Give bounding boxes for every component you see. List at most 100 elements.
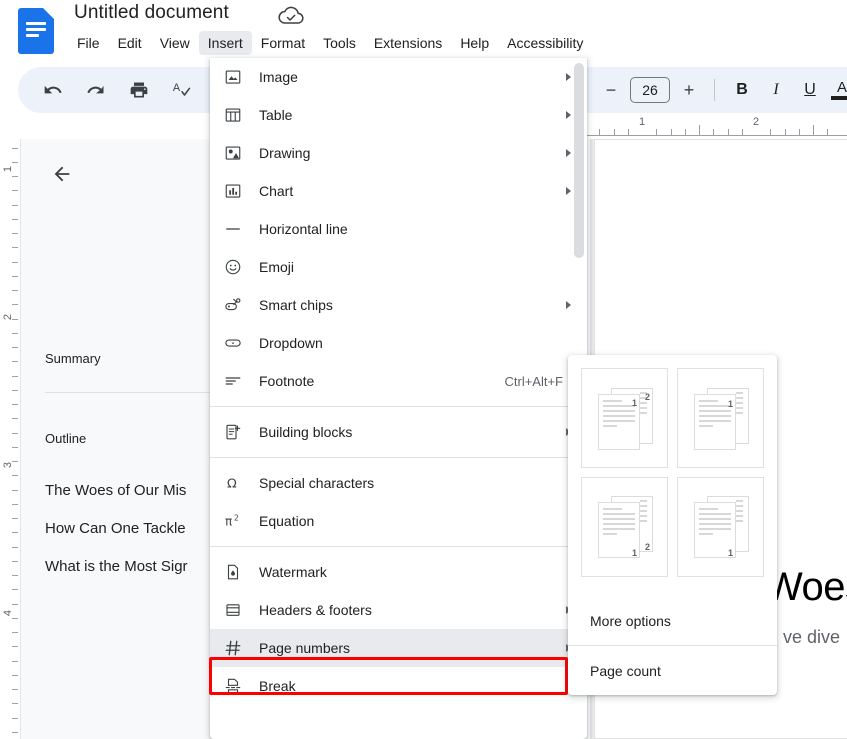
insert-menu-item-equation[interactable]: π 2 Equation xyxy=(210,502,587,540)
ruler-tick xyxy=(813,125,814,135)
ruler-tick xyxy=(741,129,743,135)
menu-item-label: Break xyxy=(259,678,296,694)
break-icon xyxy=(224,677,250,695)
ruler-tick xyxy=(12,347,18,348)
page-number-bottom-right-all-pages[interactable]: 12 xyxy=(581,477,668,577)
underline-button[interactable]: U xyxy=(797,81,823,99)
icon-text-lines xyxy=(26,22,46,40)
menu-item-label: Footnote xyxy=(259,373,315,389)
insert-menu-item-table[interactable]: Table xyxy=(210,96,587,134)
menu-item-label: Smart chips xyxy=(259,297,333,313)
cloud-saved-icon[interactable] xyxy=(278,5,304,27)
font-size-increase-button[interactable]: + xyxy=(678,81,700,99)
insert-menu-item-footnote[interactable]: Footnote Ctrl+Alt+F xyxy=(210,362,587,400)
horizontal-ruler: 12 xyxy=(580,113,847,139)
menu-separator xyxy=(210,546,587,547)
insert-menu-item-headers-footers[interactable]: Headers & footers xyxy=(210,591,587,629)
smart-chips-icon xyxy=(224,296,250,314)
menu-item-label: Horizontal line xyxy=(259,221,348,237)
page-number-top-right-skip-first[interactable]: 1 xyxy=(677,368,764,468)
insert-menu-item-chart[interactable]: Chart xyxy=(210,172,587,210)
equation-icon: π2 xyxy=(224,512,250,530)
chart-icon xyxy=(224,182,250,200)
page-number-thumbnails: 121121 xyxy=(581,368,764,577)
table-icon xyxy=(224,106,250,124)
thumb-page-number: 1 xyxy=(728,548,734,558)
svg-text:Ω: Ω xyxy=(227,477,237,492)
ruler-tick xyxy=(627,129,629,135)
ruler-tick xyxy=(12,432,18,434)
insert-menu-item-image[interactable]: Image xyxy=(210,58,587,96)
menu-accessibility[interactable]: Accessibility xyxy=(498,31,592,55)
menu-item-label: Drawing xyxy=(259,145,311,161)
ruler-tick xyxy=(12,660,18,662)
menu-tools[interactable]: Tools xyxy=(314,31,365,55)
menu-extensions[interactable]: Extensions xyxy=(365,31,451,55)
ruler-tick xyxy=(12,703,18,705)
menu-view[interactable]: View xyxy=(151,31,199,55)
ruler-baseline xyxy=(580,135,847,136)
italic-button[interactable]: I xyxy=(763,81,789,99)
ruler-tick xyxy=(12,147,18,149)
ruler-tick xyxy=(727,129,729,135)
app-header: Untitled document File Edit View Insert Form… xyxy=(0,0,847,62)
ruler-tick xyxy=(12,546,18,548)
insert-menu-item-building-blocks[interactable]: Building blocks xyxy=(210,413,587,451)
submenu-arrow-icon xyxy=(566,301,571,309)
document-heading: Woes xyxy=(765,565,847,609)
insert-menu-item-watermark[interactable]: Watermark xyxy=(210,553,587,591)
font-size-decrease-button[interactable]: − xyxy=(600,81,622,99)
text-color-button[interactable]: A xyxy=(831,80,847,100)
menu-item-label: Headers & footers xyxy=(259,602,372,618)
document-title[interactable]: Untitled document xyxy=(74,2,229,24)
insert-menu-item-dropdown[interactable]: Dropdown xyxy=(210,324,587,362)
text-color-swatch xyxy=(831,96,847,100)
thumb-page-number: 2 xyxy=(645,392,651,402)
bold-button[interactable]: B xyxy=(729,81,755,99)
menu-item-label: Special characters xyxy=(259,475,375,491)
ruler-tick xyxy=(12,161,18,163)
page-count-item[interactable]: Page count xyxy=(568,647,777,695)
page-number-bottom-right-skip-first[interactable]: 1 xyxy=(677,477,764,577)
undo-icon[interactable] xyxy=(38,75,68,105)
ruler-tick xyxy=(12,375,18,377)
insert-menu-item-break[interactable]: Break xyxy=(210,667,587,705)
ruler-tick xyxy=(12,560,18,562)
ruler-number: 1 xyxy=(638,116,646,128)
ruler-tick xyxy=(12,261,18,263)
ruler-tick xyxy=(699,125,700,135)
back-arrow-icon[interactable] xyxy=(45,157,79,191)
ruler-tick xyxy=(784,129,786,135)
ruler-tick xyxy=(684,129,686,135)
google-docs-icon[interactable] xyxy=(18,8,54,54)
ruler-tick xyxy=(656,129,658,135)
more-options-item[interactable]: More options xyxy=(568,597,777,645)
ruler-tick xyxy=(12,332,18,334)
menu-insert[interactable]: Insert xyxy=(198,31,252,55)
insert-menu-item-emoji[interactable]: Emoji xyxy=(210,248,587,286)
ruler-tick xyxy=(770,129,772,135)
ruler-tick xyxy=(12,418,18,420)
redo-icon[interactable] xyxy=(81,75,111,105)
insert-menu-scrollbar[interactable] xyxy=(574,63,584,258)
insert-menu-item-page-numbers[interactable]: Page numbers xyxy=(210,629,587,667)
insert-menu-item-horizontal-line[interactable]: Horizontal line xyxy=(210,210,587,248)
print-icon[interactable] xyxy=(124,75,154,105)
menu-format[interactable]: Format xyxy=(252,31,314,55)
menu-help[interactable]: Help xyxy=(451,31,498,55)
menu-file[interactable]: File xyxy=(68,31,109,55)
spelling-check-icon[interactable]: A xyxy=(167,75,197,105)
ruler-tick xyxy=(613,129,615,135)
page-number-top-right-all-pages[interactable]: 12 xyxy=(581,368,668,468)
ruler-tick xyxy=(12,646,18,648)
summary-label: Summary xyxy=(45,351,101,366)
font-size-input[interactable]: 26 xyxy=(630,77,670,103)
building-blocks-icon xyxy=(224,423,250,441)
insert-menu-item-smart-chips[interactable]: Smart chips xyxy=(210,286,587,324)
menu-edit[interactable]: Edit xyxy=(109,31,151,55)
insert-menu-item-drawing[interactable]: Drawing xyxy=(210,134,587,172)
insert-menu-item-special-characters[interactable]: Ω Special characters xyxy=(210,464,587,502)
menu-item-label: Emoji xyxy=(259,259,295,275)
insert-menu: Image Table Drawing Chart Horizontal line Emo… xyxy=(210,58,587,739)
insert-menu-items: Image Table Drawing Chart Horizontal line Emo… xyxy=(210,58,587,705)
